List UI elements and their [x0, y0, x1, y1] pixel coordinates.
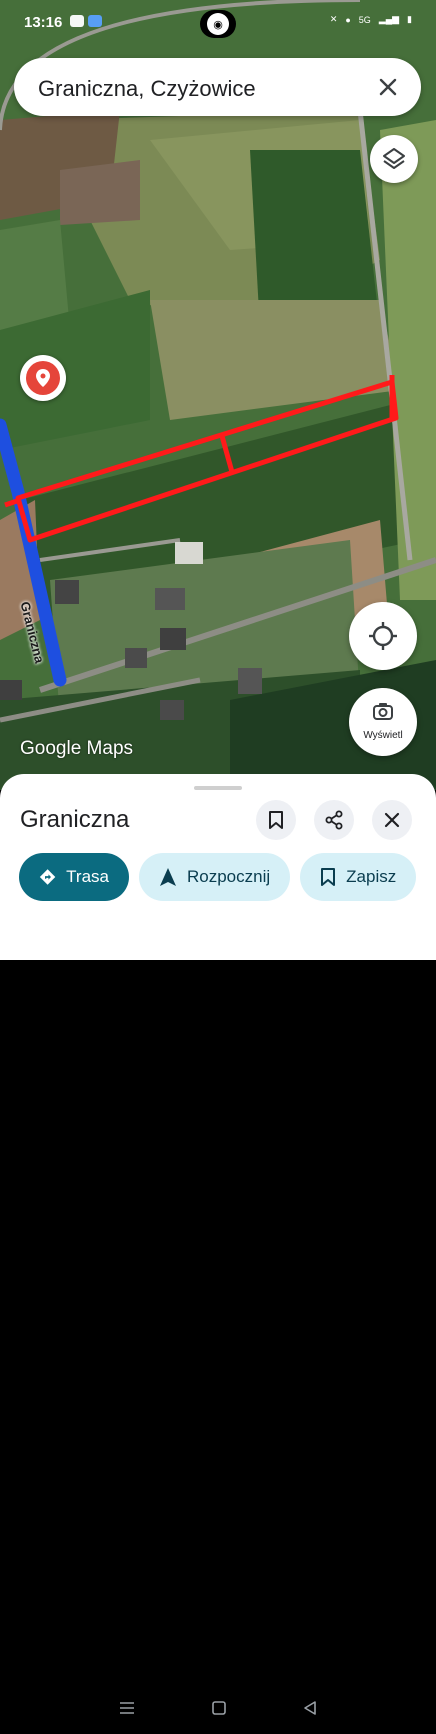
camera-cutout: ◉	[200, 10, 236, 38]
system-icons: ✕ ● 5G ▂▄▆ ▮	[330, 14, 412, 25]
bookmark-icon	[321, 868, 336, 886]
signal-icon: ▂▄▆	[378, 14, 400, 24]
place-pin-marker[interactable]	[20, 355, 66, 401]
my-location-button[interactable]	[349, 602, 417, 670]
close-sheet-button[interactable]	[372, 800, 412, 840]
map-layers-button[interactable]	[370, 135, 418, 183]
save-label: Zapisz	[346, 867, 397, 886]
directions-button[interactable]: Trasa	[19, 853, 129, 901]
share-icon	[325, 810, 343, 830]
location-icon: ●	[345, 14, 351, 25]
menu-icon[interactable]	[118, 1700, 136, 1716]
clear-search-button[interactable]	[373, 72, 403, 102]
status-bar: 13:16 ◉ ✕ ● 5G ▂▄▆ ▮	[0, 0, 436, 46]
bookmark-outline-icon	[269, 811, 283, 829]
place-bottom-sheet[interactable]: Graniczna Trasa Rozpocznij Zapisz	[0, 774, 436, 1715]
start-navigation-button[interactable]: Rozpocznij	[139, 853, 291, 901]
layers-icon	[383, 148, 405, 169]
system-navigation-bar	[0, 1682, 436, 1734]
app-notification-icon	[88, 15, 102, 27]
navigation-arrow-icon	[160, 868, 176, 886]
battery-icon: ▮	[407, 14, 412, 24]
save-button[interactable]: Zapisz	[300, 853, 417, 901]
camera-view-icon	[373, 703, 393, 720]
network-type: 5G	[358, 14, 371, 25]
status-time: 13:16	[24, 14, 63, 31]
street-view-button[interactable]: Wyświetl	[349, 688, 417, 756]
street-view-label: Wyświetl	[363, 730, 403, 741]
google-maps-logo: Google Maps	[20, 738, 134, 759]
close-icon	[379, 78, 397, 96]
crosshair-icon	[369, 622, 397, 650]
youtube-notification-icon	[70, 15, 84, 27]
map-imagery	[0, 0, 436, 790]
drag-handle[interactable]	[194, 786, 242, 790]
search-bar[interactable]: Graniczna, Czyżowice	[14, 58, 421, 116]
save-place-button[interactable]	[256, 800, 296, 840]
close-icon	[384, 812, 400, 828]
hotspot-icon: ◉	[207, 13, 229, 35]
place-title: Graniczna	[20, 806, 130, 833]
search-query[interactable]: Graniczna, Czyżowice	[38, 76, 256, 102]
mute-icon: ✕	[329, 14, 338, 24]
back-icon[interactable]	[302, 1700, 318, 1716]
directions-label: Trasa	[66, 867, 109, 886]
home-icon[interactable]	[211, 1700, 227, 1716]
location-pin-icon	[26, 361, 60, 395]
satellite-map[interactable]: Graniczna Google Maps	[0, 0, 436, 790]
directions-icon	[39, 869, 56, 885]
start-label: Rozpocznij	[187, 867, 271, 886]
notification-icons	[70, 15, 102, 27]
action-chips: Trasa Rozpocznij Zapisz	[19, 853, 417, 901]
share-button[interactable]	[314, 800, 354, 840]
